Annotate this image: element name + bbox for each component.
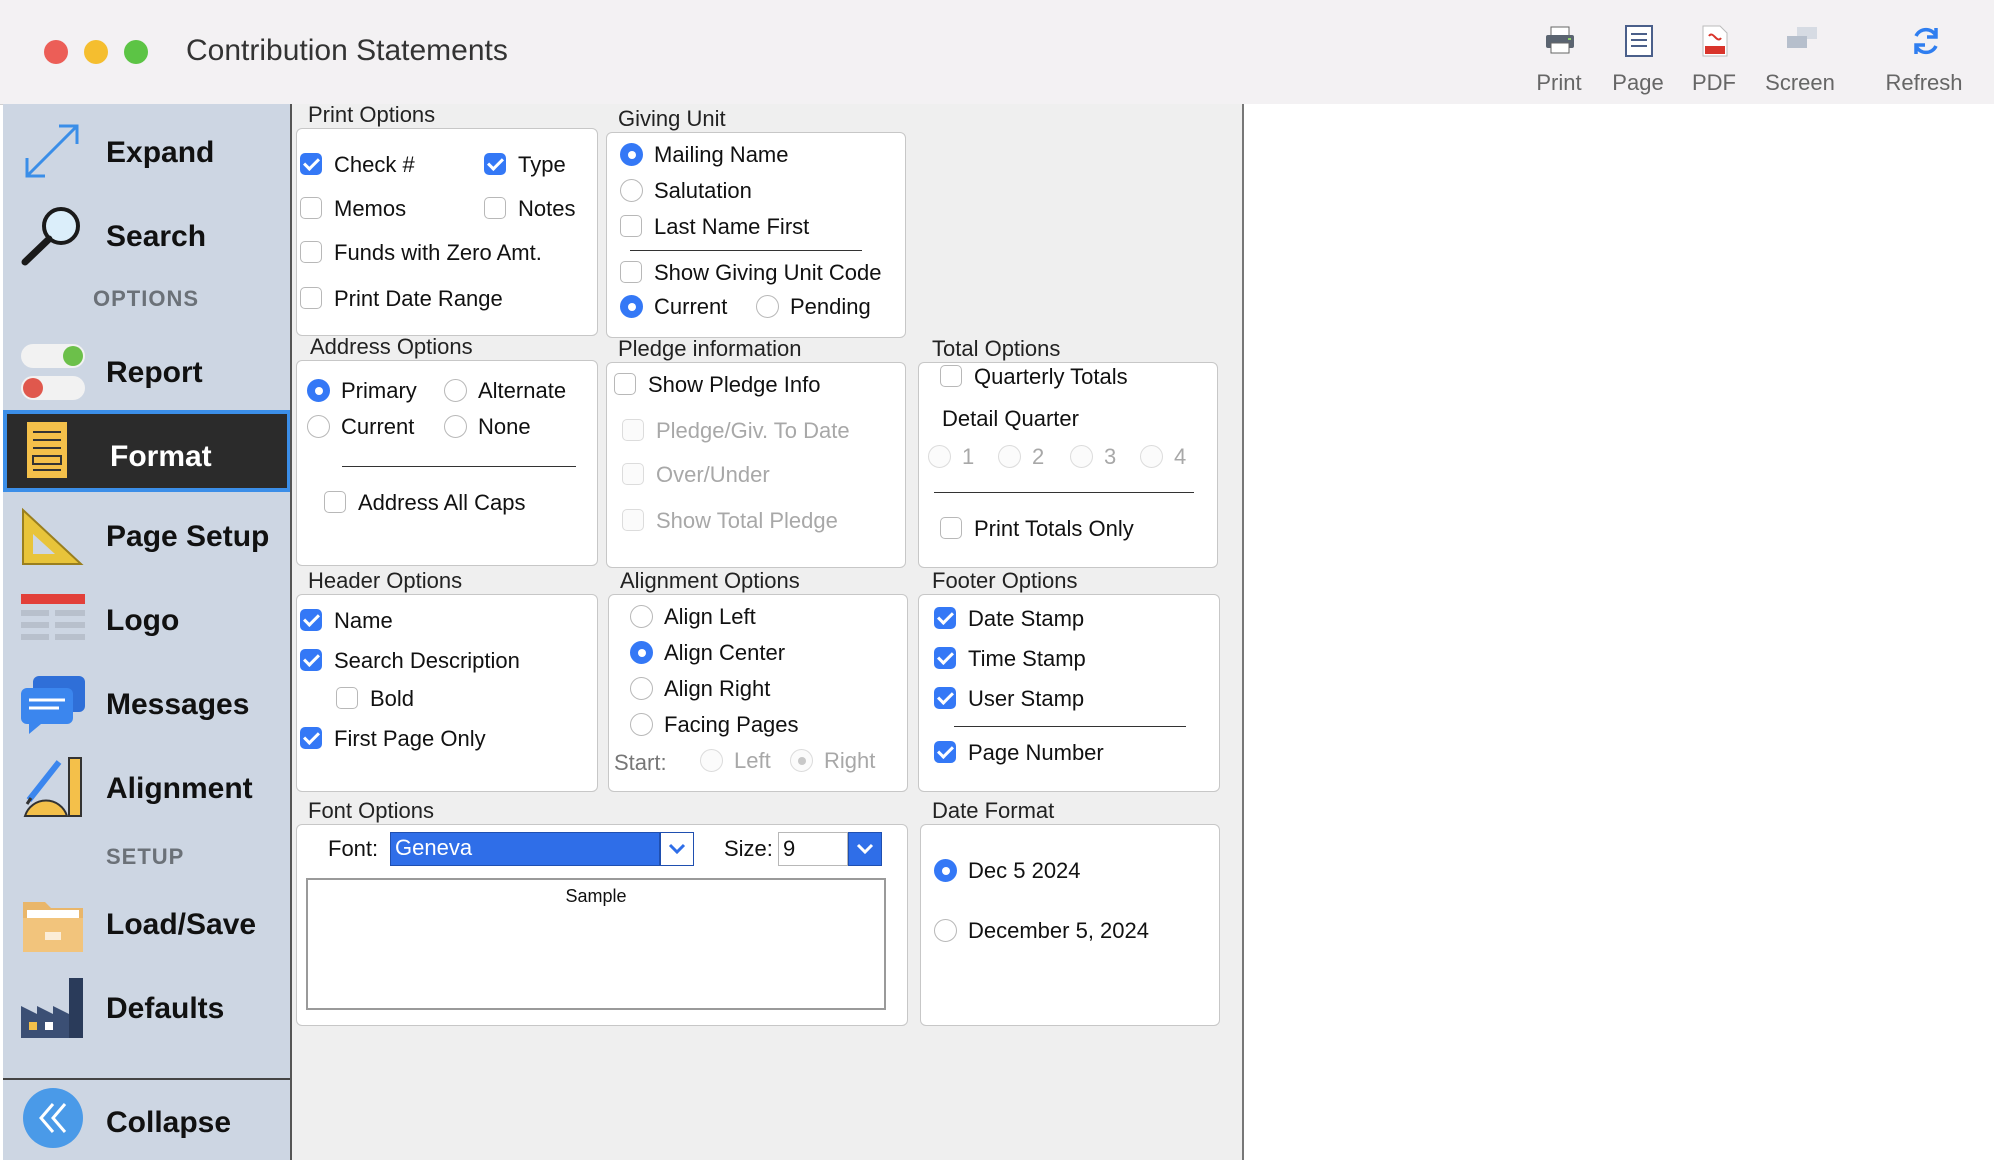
footer-options-title: Footer Options — [932, 568, 1078, 593]
refresh-button[interactable]: Refresh — [1869, 20, 1979, 100]
sidebar-item-search[interactable]: Search — [3, 194, 291, 276]
expand-arrows-icon — [25, 124, 79, 178]
giving-unit-title: Giving Unit — [618, 106, 726, 131]
start-label: Start: — [614, 750, 667, 775]
address-separator — [342, 466, 576, 467]
minimize-window-button[interactable] — [84, 40, 108, 64]
sidebar-item-report[interactable]: Report — [3, 330, 291, 412]
sidebar-item-load-save[interactable]: Load/Save — [3, 882, 291, 964]
logo-header-icon — [21, 594, 85, 640]
print-options-title: Print Options — [308, 102, 436, 127]
giving-unit-separator — [630, 250, 862, 251]
toggle-switches-icon — [21, 344, 85, 400]
date-format-title: Date Format — [932, 798, 1055, 823]
header-options-title: Header Options — [308, 568, 463, 593]
magnifier-icon — [21, 207, 80, 266]
options-heading: OPTIONS — [93, 286, 200, 311]
font-sample-text: Sample — [565, 886, 627, 906]
chevron-down-icon — [668, 843, 686, 855]
double-chevron-left-icon — [23, 1088, 83, 1148]
size-dropdown-button[interactable] — [848, 832, 882, 866]
detail-quarter-label: Detail Quarter — [942, 406, 1079, 431]
total-options-separator — [934, 492, 1194, 493]
sidebar-item-alignment[interactable]: Alignment — [3, 746, 291, 828]
sidebar-item-format[interactable]: Format — [3, 410, 291, 492]
chat-bubbles-icon — [21, 676, 85, 734]
drafting-tools-icon — [23, 757, 82, 817]
screen-icon — [1787, 27, 1817, 48]
preview-pane — [1242, 104, 1994, 1160]
font-options-title: Font Options — [308, 798, 434, 823]
sidebar: Expand Search OPTIONS Report Format Page… — [3, 104, 291, 1160]
file-box-icon — [23, 902, 83, 952]
chevron-down-icon — [856, 843, 874, 855]
alignment-options-title: Alignment Options — [620, 568, 800, 593]
font-sample-box: Sample — [306, 878, 886, 1010]
total-options-title: Total Options — [932, 336, 1061, 361]
footer-separator — [954, 726, 1186, 727]
sidebar-item-expand[interactable]: Expand — [3, 110, 291, 192]
font-dropdown-button[interactable] — [660, 832, 694, 866]
sidebar-item-defaults[interactable]: Defaults — [3, 966, 291, 1048]
zoom-window-button[interactable] — [124, 40, 148, 64]
size-label: Size: — [724, 836, 773, 861]
sidebar-item-messages[interactable]: Messages — [3, 662, 291, 744]
pledge-info-title: Pledge information — [618, 336, 802, 361]
options-panel: Print Options Check # Type Memos Notes F… — [292, 102, 1242, 1160]
printer-icon — [1546, 26, 1574, 54]
title-bar: Contribution Statements Print Page PDF S… — [0, 0, 1994, 105]
sidebar-item-logo[interactable]: Logo — [3, 578, 291, 660]
screen-button[interactable]: Screen — [1745, 20, 1855, 100]
window-title: Contribution Statements — [186, 34, 508, 67]
page-icon — [1625, 25, 1653, 57]
sidebar-item-collapse[interactable]: Collapse — [3, 1080, 291, 1160]
sidebar-item-page-setup[interactable]: Page Setup — [3, 494, 291, 576]
close-window-button[interactable] — [44, 40, 68, 64]
address-options-title: Address Options — [310, 334, 473, 359]
format-document-icon — [27, 422, 67, 478]
app-window: Contribution Statements Print Page PDF S… — [0, 0, 1994, 1160]
pdf-icon — [1702, 25, 1728, 57]
font-label: Font: — [328, 836, 379, 861]
factory-icon — [21, 978, 83, 1038]
size-select[interactable]: 9 — [778, 832, 848, 866]
font-select[interactable]: Geneva — [390, 832, 660, 866]
refresh-icon — [1914, 27, 1938, 55]
triangle-ruler-icon — [22, 507, 84, 565]
setup-heading: SETUP — [106, 844, 185, 869]
